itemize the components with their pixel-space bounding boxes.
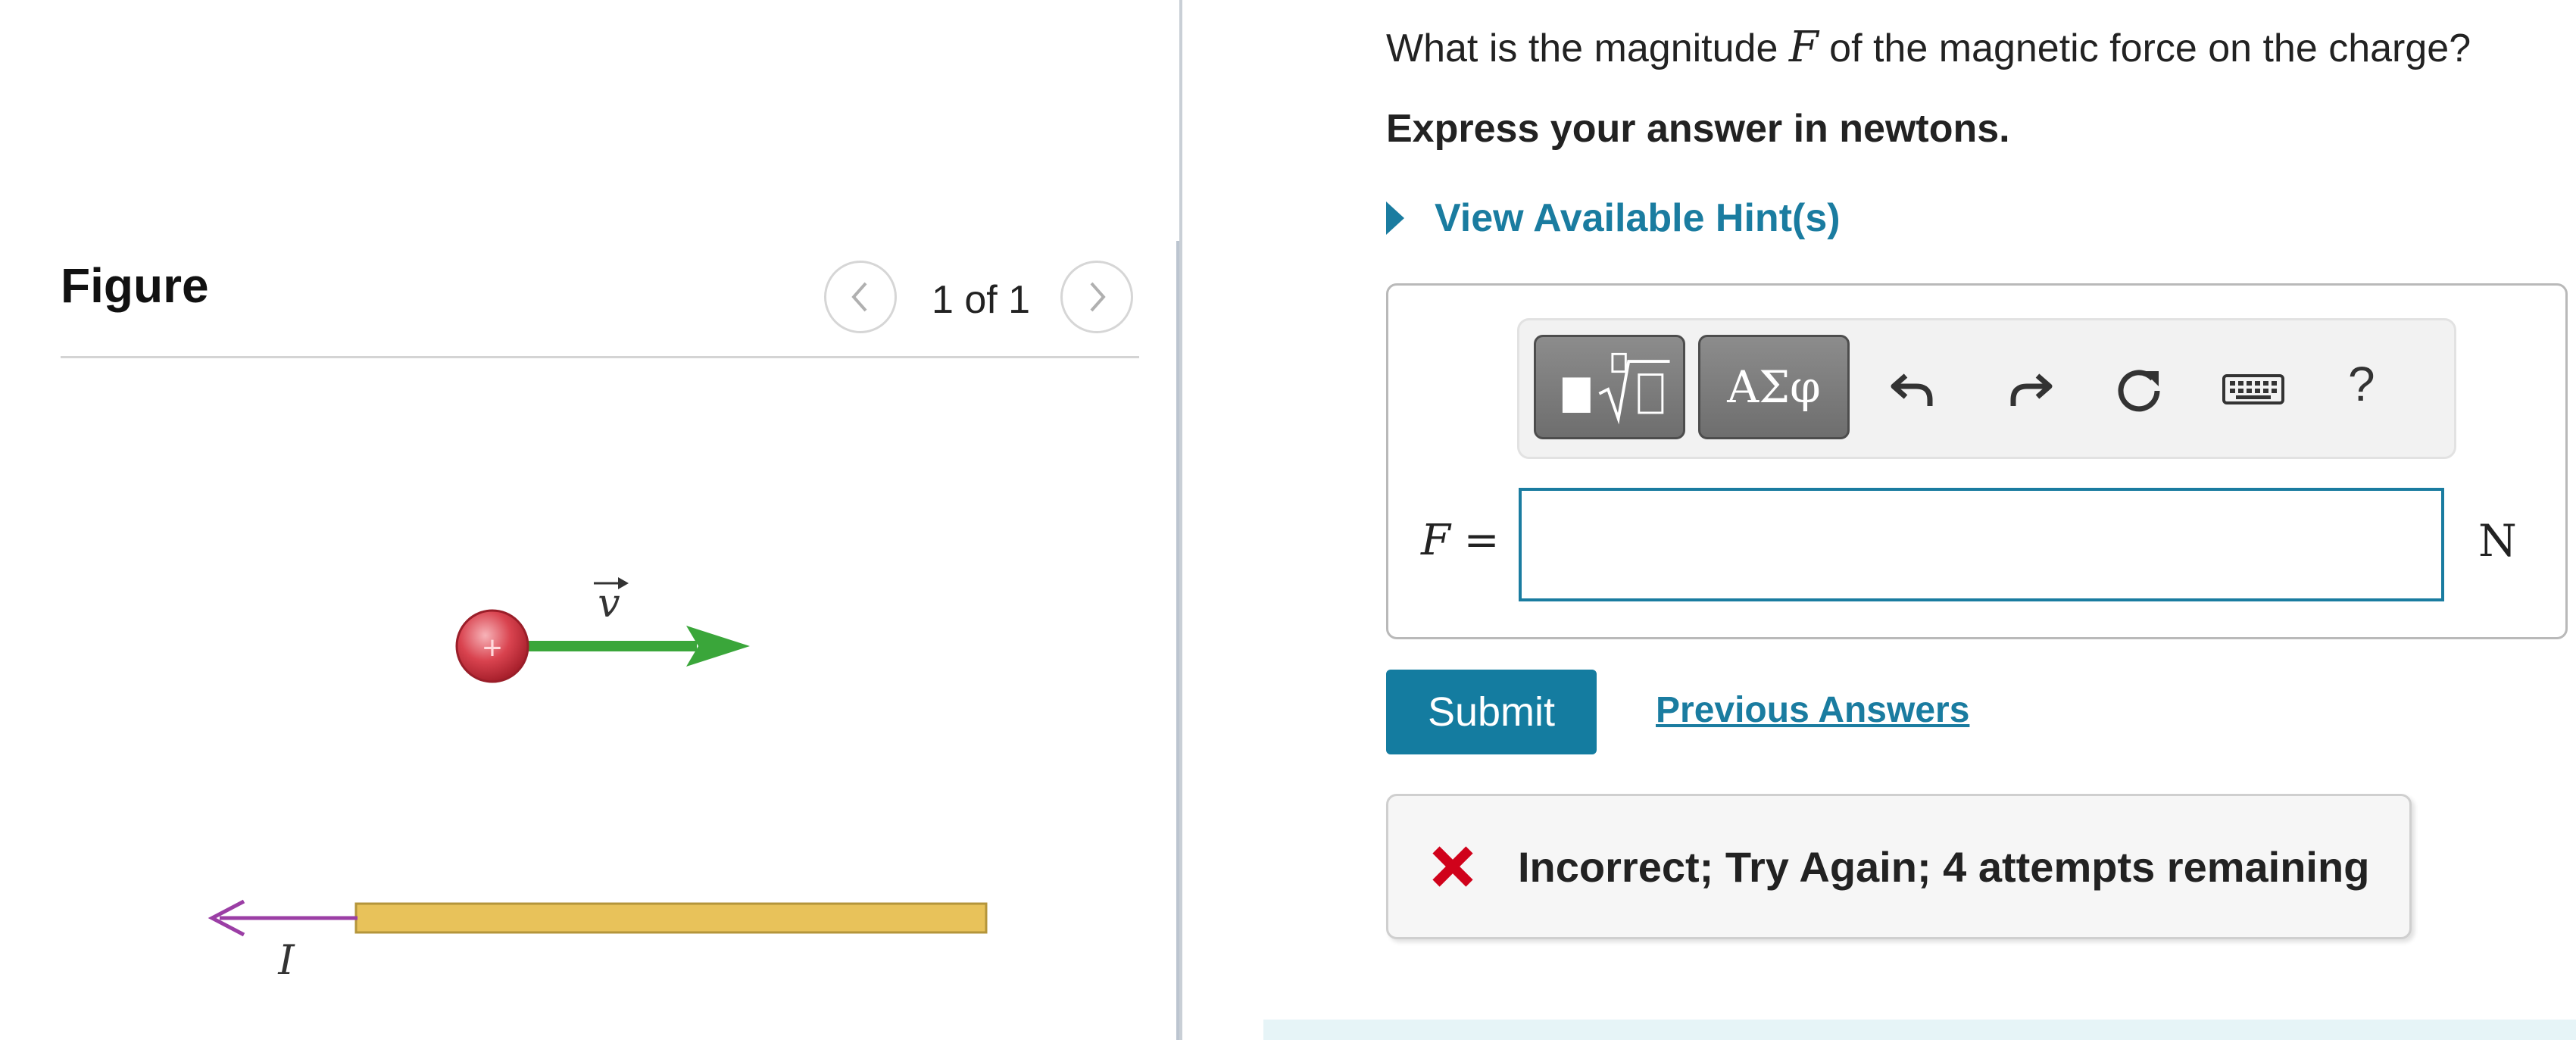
feedback-message: Incorrect; Try Again; 4 attempts remaini… — [1518, 843, 2370, 891]
previous-answers-link[interactable]: Previous Answers — [1656, 689, 1969, 731]
question-suffix: of the magnetic force on the charge? — [1829, 27, 2471, 70]
reset-icon — [2118, 370, 2160, 412]
answer-instruction: Express your answer in newtons. — [1386, 107, 2010, 151]
svg-text:v: v — [598, 581, 620, 626]
next-figure-button[interactable] — [1060, 261, 1133, 333]
reset-button[interactable] — [2109, 356, 2169, 420]
templates-button[interactable] — [1534, 335, 1685, 439]
question-text: What is the magnitude F of the magnetic … — [1386, 23, 2471, 72]
chevron-right-icon — [1090, 282, 1106, 312]
current-label: I — [277, 936, 295, 984]
submit-button[interactable]: Submit — [1386, 670, 1597, 754]
charge-sign: + — [482, 629, 502, 667]
undo-icon — [1891, 373, 1933, 406]
keyboard-icon — [2222, 374, 2284, 404]
current-arrow — [208, 899, 358, 937]
panel-divider — [1179, 0, 1182, 1040]
redo-icon — [2010, 373, 2053, 406]
view-hints-link[interactable]: View Available Hint(s) — [1386, 195, 1841, 241]
redo-button[interactable] — [2000, 356, 2060, 420]
physics-diagram: + v I — [208, 577, 988, 984]
velocity-label: v — [594, 577, 629, 626]
x-icon — [1432, 846, 1473, 887]
expand-triangle-icon — [1386, 201, 1404, 235]
hint-link-label: View Available Hint(s) — [1435, 196, 1841, 240]
undo-button[interactable] — [1883, 356, 1944, 420]
question-variable: F — [1788, 23, 1819, 72]
question-prefix: What is the magnitude — [1386, 27, 1778, 70]
help-button[interactable]: ? — [2348, 356, 2375, 412]
figure-panel: Figure 1 of 1 + v I — [0, 0, 1179, 1040]
bottom-band — [1263, 1020, 2576, 1040]
answer-unit: N — [2478, 515, 2517, 567]
figure-divider — [61, 356, 1139, 358]
previous-figure-button[interactable] — [824, 261, 897, 333]
answer-label: F = — [1421, 516, 1500, 565]
greek-symbols-button[interactable]: ΑΣφ — [1698, 335, 1850, 439]
panel-divider-shadow — [1176, 241, 1179, 1040]
velocity-arrow — [523, 626, 750, 667]
template-sqrt-icon — [1562, 352, 1670, 425]
keyboard-button[interactable] — [2219, 356, 2287, 420]
chevron-left-icon — [851, 282, 867, 312]
figure-pager: 1 of 1 — [932, 278, 1031, 322]
answer-input[interactable] — [1519, 488, 2444, 601]
current-wire — [354, 902, 988, 934]
figure-title: Figure — [61, 258, 209, 313]
positive-charge: + — [455, 609, 529, 683]
